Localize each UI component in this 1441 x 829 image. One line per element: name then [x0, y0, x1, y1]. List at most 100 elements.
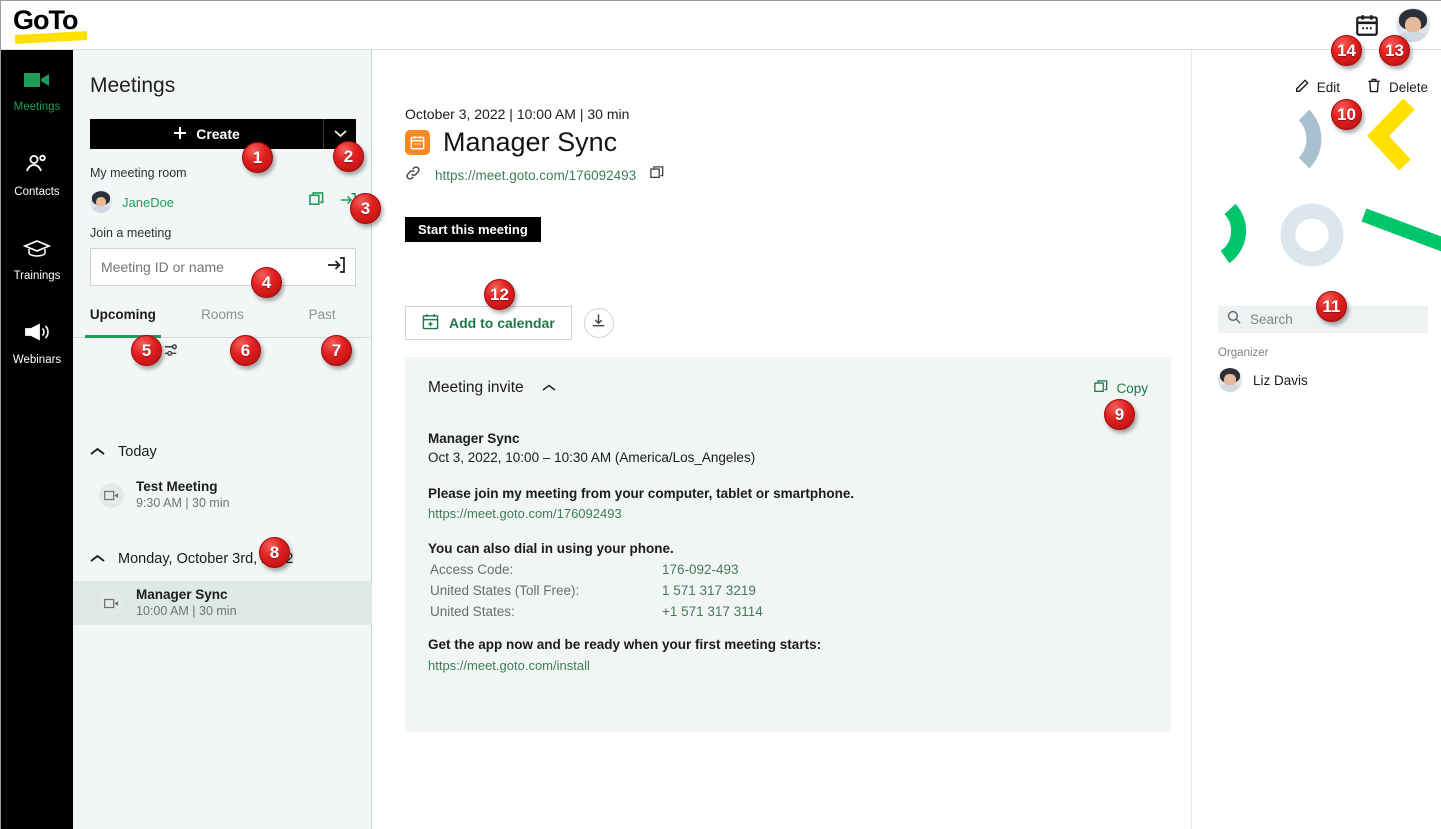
meeting-subtitle: 10:00 AM | 30 min — [136, 604, 237, 618]
filter-sliders-icon[interactable] — [164, 343, 181, 363]
meetings-panel: Meetings Create My meeting room JaneDoe — [73, 50, 372, 829]
dial-value: +1 571 317 3114 — [662, 604, 763, 619]
video-camera-icon — [24, 71, 50, 94]
create-button-label: Create — [196, 126, 240, 142]
meeting-title: Test Meeting — [136, 479, 218, 494]
my-meeting-room-row[interactable]: JaneDoe — [90, 189, 356, 215]
group-header-today[interactable]: Today — [90, 444, 157, 460]
page-title: Meetings — [90, 74, 176, 97]
chevron-up-icon[interactable] — [542, 379, 556, 397]
search-icon — [1227, 310, 1241, 329]
sidebar-item-meetings[interactable]: Meetings — [1, 50, 73, 134]
table-row: Access Code: 176-092-493 — [430, 560, 763, 579]
dial-key: Access Code: — [430, 562, 514, 577]
room-name[interactable]: JaneDoe — [122, 195, 174, 210]
callout-badge-13: 13 — [1379, 35, 1410, 66]
tab-rooms[interactable]: Rooms — [173, 302, 273, 337]
copy-icon[interactable] — [650, 166, 664, 185]
search-input[interactable] — [101, 259, 327, 275]
create-button[interactable]: Create — [90, 119, 323, 149]
organizer-row: Liz Davis — [1218, 368, 1308, 392]
dial-value: 176-092-493 — [662, 562, 739, 577]
trash-icon — [1367, 78, 1381, 96]
callout-badge-9: 9 — [1104, 399, 1135, 430]
meeting-title: Manager Sync — [443, 127, 618, 157]
callout-badge-5: 5 — [131, 335, 162, 366]
add-to-calendar-button[interactable]: Add to calendar — [405, 306, 572, 340]
organizer-name: Liz Davis — [1253, 372, 1308, 388]
delete-label: Delete — [1388, 79, 1428, 95]
enter-arrow-icon[interactable] — [327, 256, 345, 279]
create-button-group: Create — [90, 119, 356, 149]
sidebar-item-webinars[interactable]: Webinars — [1, 302, 73, 386]
contacts-icon — [24, 154, 50, 179]
meeting-title: Manager Sync — [136, 587, 228, 602]
start-meeting-button[interactable]: Start this meeting — [405, 217, 541, 242]
invite-app-link[interactable]: https://meet.goto.com/install — [428, 658, 1148, 673]
callout-badge-6: 6 — [230, 335, 261, 366]
blue-ring-shape — [1280, 203, 1344, 267]
sidebar-item-trainings[interactable]: Trainings — [1, 218, 73, 302]
megaphone-icon — [23, 322, 51, 347]
callout-badge-7: 7 — [321, 335, 352, 366]
avatar — [90, 191, 112, 213]
tab-label: Past — [308, 307, 336, 322]
meeting-join-link[interactable]: https://meet.goto.com/176092493 — [435, 168, 636, 183]
sidebar-item-label: Trainings — [13, 270, 61, 282]
copy-icon[interactable] — [309, 192, 324, 212]
left-nav-rail: Meetings Contacts Trainings Webinars — [1, 50, 73, 829]
meeting-link-row: https://meet.goto.com/176092493 — [405, 165, 664, 186]
sidebar-item-contacts[interactable]: Contacts — [1, 134, 73, 218]
list-item-text: Manager Sync 10:00 AM | 30 min — [136, 587, 237, 619]
invite-join-link[interactable]: https://meet.goto.com/176092493 — [428, 506, 1148, 521]
list-item[interactable]: Test Meeting 9:30 AM | 30 min — [73, 473, 372, 517]
start-meeting-label: Start this meeting — [418, 222, 528, 237]
download-button[interactable] — [583, 308, 614, 338]
chevron-up-icon — [90, 444, 105, 460]
meeting-invite-title: Meeting invite — [428, 379, 524, 396]
calendar-actions: Add to calendar — [405, 306, 614, 340]
download-icon — [591, 313, 606, 333]
meeting-tabs: Upcoming Rooms Past — [73, 302, 372, 338]
top-bar: GoTo — [1, 1, 1441, 50]
invite-app-heading: Get the app now and be ready when your f… — [428, 637, 822, 652]
video-camera-icon — [99, 482, 124, 508]
callout-badge-10: 10 — [1331, 99, 1362, 130]
dial-key: United States: — [430, 604, 515, 619]
tab-past[interactable]: Past — [272, 302, 372, 337]
callout-badge-2: 2 — [333, 141, 364, 172]
meeting-actions: Edit Delete — [1295, 78, 1428, 96]
copy-icon — [1094, 379, 1108, 397]
callout-badge-1: 1 — [242, 142, 273, 173]
copy-invite-button[interactable]: Copy — [1094, 379, 1148, 397]
decorative-shapes — [1192, 99, 1441, 285]
tab-label: Upcoming — [89, 307, 156, 322]
list-item-text: Test Meeting 9:30 AM | 30 min — [136, 479, 230, 511]
meeting-title-row: Manager Sync — [405, 127, 617, 158]
callout-badge-14: 14 — [1331, 35, 1362, 66]
copy-invite-label: Copy — [1116, 380, 1148, 396]
meeting-invite-header: Meeting invite Copy — [428, 379, 1148, 397]
sidebar-item-label: Contacts — [14, 186, 60, 198]
invite-dial-heading: You can also dial in using your phone. — [428, 541, 674, 556]
calendar-plus-icon — [422, 313, 439, 333]
list-item[interactable]: Manager Sync 10:00 AM | 30 min — [73, 581, 372, 625]
green-arc-shape — [1220, 203, 1247, 264]
avatar — [1218, 368, 1242, 392]
dial-key: United States (Toll Free): — [430, 583, 580, 598]
tab-upcoming[interactable]: Upcoming — [73, 302, 173, 338]
goto-logo[interactable]: GoTo — [13, 5, 93, 45]
table-row: United States (Toll Free): 1 571 317 321… — [430, 581, 763, 600]
group-header-label: Today — [118, 444, 157, 460]
calendar-icon — [405, 130, 430, 155]
meeting-side-panel: Edit Delete Search Organizer Liz Davis — [1191, 50, 1441, 829]
callout-badge-12: 12 — [484, 279, 515, 310]
delete-button[interactable]: Delete — [1367, 78, 1428, 96]
plus-icon — [173, 126, 187, 143]
invite-when: Oct 3, 2022, 10:00 – 10:30 AM (America/L… — [428, 450, 756, 465]
edit-button[interactable]: Edit — [1295, 78, 1340, 96]
callout-badge-3: 3 — [350, 193, 381, 224]
calendar-icon[interactable] — [1354, 12, 1380, 38]
join-meeting-field[interactable] — [90, 248, 356, 286]
callout-badge-4: 4 — [251, 267, 282, 298]
